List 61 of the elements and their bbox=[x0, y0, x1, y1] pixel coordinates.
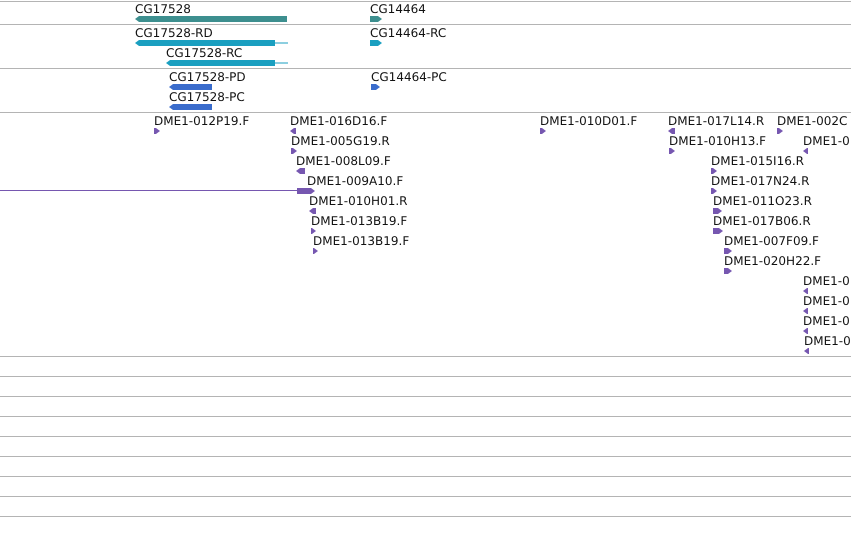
clone-glyph[interactable] bbox=[297, 188, 315, 194]
feature-label: DME1-017L14.R bbox=[668, 114, 764, 128]
feature-label: CG17528 bbox=[135, 2, 191, 16]
feature-label: DME1-007F09.F bbox=[724, 234, 819, 248]
feature-label: DME1-015I16.R bbox=[711, 154, 804, 168]
protein-glyph[interactable] bbox=[371, 84, 380, 90]
feature-label: CG17528-PC bbox=[169, 90, 245, 104]
clone-glyph[interactable] bbox=[713, 208, 722, 214]
feature-label: CG14464 bbox=[370, 2, 426, 16]
feature-label: DME1-010H13.F bbox=[669, 134, 766, 148]
feature-label: DME1-005G19.R bbox=[291, 134, 390, 148]
feature-label: DME1-0 bbox=[804, 334, 851, 348]
feature-label: DME1-008L09.F bbox=[296, 154, 391, 168]
clone-glyph[interactable] bbox=[711, 188, 717, 194]
protein-glyph[interactable] bbox=[169, 104, 212, 110]
clone-glyph[interactable] bbox=[724, 248, 732, 254]
feature-label: DME1-0 bbox=[803, 274, 850, 288]
feature-label: DME1-012P19.F bbox=[154, 114, 250, 128]
clone-glyph[interactable] bbox=[154, 128, 160, 134]
feature-label: DME1-0 bbox=[803, 314, 850, 328]
feature-label: CG14464-RC bbox=[370, 26, 446, 40]
clone-glyph[interactable] bbox=[296, 168, 305, 174]
clone-glyph[interactable] bbox=[311, 228, 316, 234]
feature-label: DME1-017B06.R bbox=[713, 214, 811, 228]
feature-label: DME1-011O23.R bbox=[713, 194, 812, 208]
feature-label: DME1-009A10.F bbox=[307, 174, 404, 188]
feature-label: DME1-013B19.F bbox=[313, 234, 410, 248]
feature-label: DME1-0 bbox=[803, 294, 850, 308]
clone-glyph[interactable] bbox=[313, 248, 318, 254]
clone-glyph[interactable] bbox=[803, 288, 808, 294]
feature-label: DME1-0 bbox=[803, 134, 850, 148]
feature-label: DME1-020H22.F bbox=[724, 254, 822, 268]
feature-label: CG17528-RC bbox=[166, 46, 242, 60]
feature-label: DME1-016D16.F bbox=[290, 114, 388, 128]
clone-glyph[interactable] bbox=[669, 148, 675, 154]
protein-glyph[interactable] bbox=[169, 84, 212, 90]
clone-glyph[interactable] bbox=[803, 308, 808, 314]
feature-label: CG17528-RD bbox=[135, 26, 213, 40]
clone-glyph[interactable] bbox=[309, 208, 316, 214]
clone-glyph[interactable] bbox=[290, 128, 296, 134]
transcript-glyph[interactable] bbox=[166, 60, 288, 66]
clone-glyph[interactable] bbox=[540, 128, 546, 134]
gene-glyph[interactable] bbox=[370, 16, 382, 22]
feature-label: DME1-002C bbox=[777, 114, 848, 128]
clone-glyph[interactable] bbox=[804, 348, 809, 354]
transcript-glyph[interactable] bbox=[135, 40, 288, 46]
feature-label: DME1-010H01.R bbox=[309, 194, 408, 208]
clone-glyph[interactable] bbox=[291, 148, 297, 154]
clone-glyph[interactable] bbox=[713, 228, 723, 234]
clone-glyph[interactable] bbox=[803, 328, 808, 334]
feature-label: DME1-017N24.R bbox=[711, 174, 810, 188]
clone-glyph[interactable] bbox=[803, 148, 808, 154]
feature-label: DME1-010D01.F bbox=[540, 114, 638, 128]
clone-glyph[interactable] bbox=[711, 168, 717, 174]
feature-label: CG17528-PD bbox=[169, 70, 246, 84]
clone-glyph[interactable] bbox=[668, 128, 675, 134]
transcript-glyph[interactable] bbox=[370, 40, 382, 46]
feature-label: CG14464-PC bbox=[371, 70, 447, 84]
clone-glyph[interactable] bbox=[724, 268, 732, 274]
feature-label: DME1-013B19.F bbox=[311, 214, 408, 228]
clone-glyph[interactable] bbox=[777, 128, 783, 134]
